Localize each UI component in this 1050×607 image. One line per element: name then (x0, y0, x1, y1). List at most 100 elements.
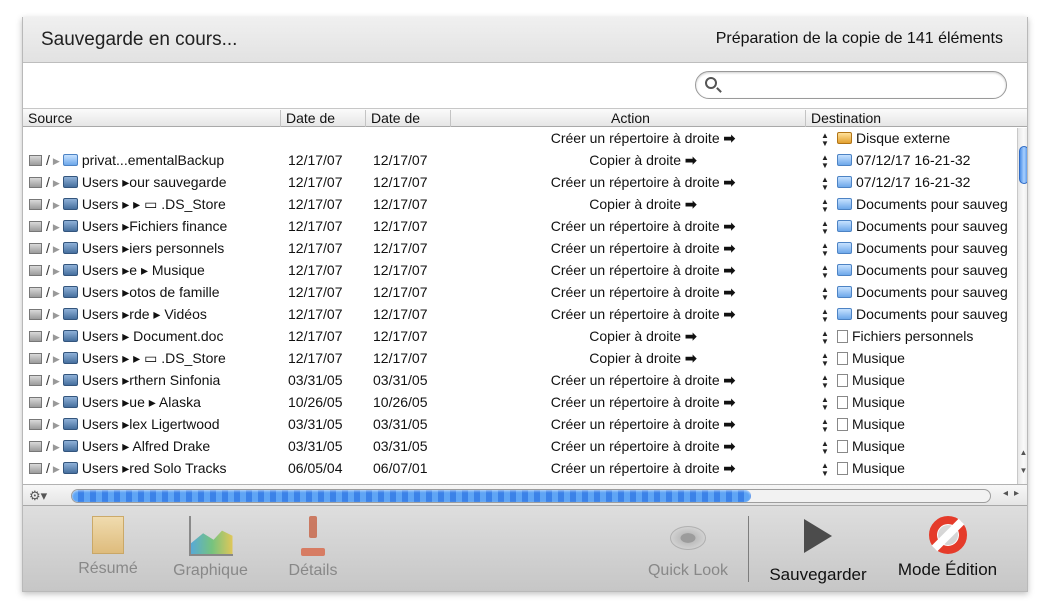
action-cell[interactable]: Créer un répertoire à droite ➡ (453, 394, 833, 411)
action-cell[interactable]: Créer un répertoire à droite ➡ (453, 262, 833, 279)
action-cell[interactable]: Créer un répertoire à droite ➡ (453, 284, 833, 301)
action-cell[interactable]: Créer un répertoire à droite ➡ (453, 416, 833, 433)
action-cell[interactable]: Copier à droite ➡ (453, 152, 833, 169)
up-down-stepper-icon[interactable]: ▲ ▼ (821, 264, 829, 280)
resume-button[interactable]: Résumé (68, 516, 148, 578)
up-down-stepper-icon[interactable]: ▲ ▼ (821, 242, 829, 258)
table-row[interactable]: / ▶ Users ▸lex Ligertwood 03/31/05 03/31/05 C… (23, 414, 1017, 436)
up-down-stepper-icon[interactable]: ▲ ▼ (821, 396, 829, 412)
column-source[interactable]: Source (23, 110, 281, 127)
destination-name: Documents pour sauveg (856, 240, 1008, 256)
action-cell[interactable]: Créer un répertoire à droite ➡ (453, 372, 833, 389)
table-row[interactable]: / ▶ Users ▸e ▸ Musique 12/17/07 12/17/07 Crée… (23, 260, 1017, 282)
gear-icon[interactable]: ⚙▾ (29, 488, 47, 504)
scroll-thumb[interactable] (1019, 146, 1027, 184)
date-cell-1: 12/17/07 (288, 262, 343, 278)
sync-window: Sauvegarde en cours... Préparation de la… (22, 17, 1028, 592)
file-icon (837, 330, 848, 343)
graphique-button[interactable]: Graphique (163, 516, 258, 580)
action-label: Copier à droite (589, 152, 682, 168)
action-cell[interactable]: Créer un répertoire à droite ➡ (453, 460, 833, 477)
drive-icon (29, 177, 42, 188)
up-down-stepper-icon[interactable]: ▲ ▼ (821, 132, 829, 148)
horizontal-scroll-arrows-icon[interactable]: ◂▸ (1003, 488, 1025, 499)
action-cell[interactable]: Créer un répertoire à droite ➡ (453, 174, 833, 191)
table-row[interactable]: / ▶ Users ▸ ▸ ▭ .DS_Store 12/17/07 12/17/07 C… (23, 348, 1017, 370)
date-cell-1: 12/17/07 (288, 306, 343, 322)
file-list[interactable]: Créer un répertoire à droite ➡ ▲ ▼ Disque e… (23, 128, 1017, 484)
date-cell-1: 12/17/07 (288, 240, 343, 256)
up-down-stepper-icon[interactable]: ▲ ▼ (821, 440, 829, 456)
table-row[interactable]: / ▶ Users ▸rthern Sinfonia 03/31/05 03/31/05… (23, 370, 1017, 392)
vertical-scrollbar[interactable]: ▲ ▼ (1017, 128, 1027, 484)
date-cell-1: 12/17/07 (288, 284, 343, 300)
table-row[interactable]: / ▶ privat...ementalBackup 12/17/07 12/17/07… (23, 150, 1017, 172)
table-row[interactable]: / ▶ Users ▸Fichiers finance 12/17/07 12/17/0… (23, 216, 1017, 238)
source-path: Users ▸ ▸ ▭ .DS_Store (81, 196, 226, 212)
action-cell[interactable]: Copier à droite ➡ (453, 328, 833, 345)
up-down-stepper-icon[interactable]: ▲ ▼ (821, 374, 829, 390)
up-down-stepper-icon[interactable]: ▲ ▼ (821, 418, 829, 434)
up-down-stepper-icon[interactable]: ▲ ▼ (821, 154, 829, 170)
drive-icon (29, 309, 42, 320)
up-down-stepper-icon[interactable]: ▲ ▼ (821, 286, 829, 302)
root-slash: / (46, 328, 50, 344)
column-action[interactable]: Action (451, 110, 806, 127)
quicklook-button[interactable]: Quick Look (638, 516, 738, 580)
up-down-stepper-icon[interactable]: ▲ ▼ (821, 462, 829, 478)
drive-icon (29, 287, 42, 298)
up-down-stepper-icon[interactable]: ▲ ▼ (821, 176, 829, 192)
search-input[interactable] (695, 71, 1007, 99)
scroll-up-icon[interactable]: ▲ (1018, 448, 1027, 457)
up-down-stepper-icon[interactable]: ▲ ▼ (821, 352, 829, 368)
action-label: Créer un répertoire à droite (550, 438, 720, 454)
scroll-down-icon[interactable]: ▼ (1018, 466, 1027, 475)
root-slash: / (46, 394, 50, 410)
destination-name: 07/12/17 16-21-32 (856, 152, 971, 168)
date-cell-2: 03/31/05 (373, 416, 428, 432)
table-row[interactable]: / ▶ Users ▸red Solo Tracks 06/05/04 06/07/01… (23, 458, 1017, 480)
up-down-stepper-icon[interactable]: ▲ ▼ (821, 220, 829, 236)
column-date-1[interactable]: Date de (281, 110, 366, 127)
table-row[interactable]: / ▶ Users ▸ Document.doc 12/17/07 12/17/07 Co… (23, 326, 1017, 348)
quicklook-label: Quick Look (647, 562, 729, 579)
action-cell[interactable]: Copier à droite ➡ (453, 196, 833, 213)
column-action-label: Action (611, 110, 650, 126)
sauvegarder-label: Sauvegarder (769, 565, 867, 584)
table-row[interactable]: / ▶ Users ▸rde ▸ Vidéos 12/17/07 12/17/07 Cré… (23, 304, 1017, 326)
column-header: Source Date de Date de Action Destinatio… (23, 108, 1027, 127)
action-cell[interactable]: Créer un répertoire à droite ➡ (453, 438, 833, 455)
destination-name: Disque externe (856, 130, 951, 146)
action-cell[interactable]: Créer un répertoire à droite ➡ (453, 130, 833, 147)
table-row[interactable]: / ▶ Users ▸ue ▸ Alaska 10/26/05 10/26/05 Crée… (23, 392, 1017, 414)
file-icon (837, 352, 848, 365)
action-cell[interactable]: Créer un répertoire à droite ➡ (453, 306, 833, 323)
source-cell: / ▶ Users ▸our sauvegarde (29, 174, 227, 191)
table-row[interactable]: / ▶ Users ▸our sauvegarde 12/17/07 12/17/07 C… (23, 172, 1017, 194)
table-row[interactable]: / ▶ Users ▸ ▸ ▭ .DS_Store 12/17/07 12/17/07 C… (23, 194, 1017, 216)
table-row[interactable]: / ▶ Users ▸ Alfred Drake 03/31/05 03/31/05 Cr… (23, 436, 1017, 458)
action-cell[interactable]: Créer un répertoire à droite ➡ (453, 218, 833, 235)
date-cell-2: 10/26/05 (373, 394, 428, 410)
up-down-stepper-icon[interactable]: ▲ ▼ (821, 330, 829, 346)
toolbar-separator (748, 516, 749, 582)
action-cell[interactable]: Créer un répertoire à droite ➡ (453, 240, 833, 257)
root-slash: / (46, 350, 50, 366)
table-row[interactable]: / ▶ Users ▸otos de famille 12/17/07 12/17/07… (23, 282, 1017, 304)
column-date-2[interactable]: Date de (366, 110, 451, 127)
sauvegarder-button[interactable]: Sauvegarder (763, 516, 873, 585)
users-folder-icon (62, 440, 78, 452)
table-row[interactable]: Créer un répertoire à droite ➡ ▲ ▼ Disque e… (23, 128, 1017, 150)
source-cell: / ▶ Users ▸rde ▸ Vidéos (29, 306, 207, 323)
up-down-stepper-icon[interactable]: ▲ ▼ (821, 308, 829, 324)
up-down-stepper-icon[interactable]: ▲ ▼ (821, 198, 829, 214)
mode-edition-button[interactable]: Mode Édition (885, 516, 1010, 580)
details-button[interactable]: Détails (278, 516, 348, 580)
table-row[interactable]: / ▶ Users ▸iers personnels 12/17/07 12/17/07… (23, 238, 1017, 260)
drive-icon (29, 419, 42, 430)
date-cell-2: 12/17/07 (373, 306, 428, 322)
action-cell[interactable]: Copier à droite ➡ (453, 350, 833, 367)
eye-icon (670, 526, 706, 550)
destination-name: Documents pour sauveg (856, 262, 1008, 278)
column-destination[interactable]: Destination (806, 110, 1027, 127)
